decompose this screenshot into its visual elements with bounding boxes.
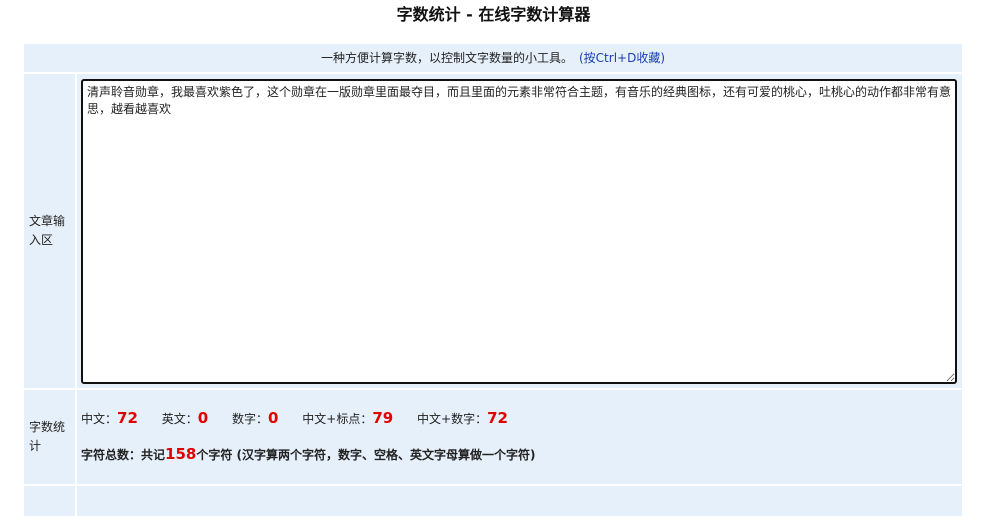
digit-count-value: 0 <box>268 409 279 427</box>
english-count-label: 英文： <box>161 412 198 426</box>
total-prefix: 字符总数：共记 <box>81 448 166 462</box>
english-count-value: 0 <box>197 409 209 427</box>
bookmark-shortcut-hint: (按Ctrl+D收藏) <box>579 51 666 65</box>
stats-row: 字数统计 中文：72 英文：0 数字：0 中文+标点：79 中文+数字：72 字… <box>24 390 962 484</box>
total-characters-value: 158 <box>165 445 197 463</box>
total-characters: 字符总数：共记158个字符 (汉字算两个字符，数字、空格、英文字母算做一个字符) <box>81 444 535 465</box>
chinese-digit-count-label: 中文+数字： <box>417 412 488 426</box>
total-suffix: 个字符 (汉字算两个字符，数字、空格、英文字母算做一个字符) <box>196 448 536 462</box>
digit-count: 数字：0 <box>232 409 279 427</box>
chinese-count-label: 中文： <box>81 412 118 426</box>
chinese-count-value: 72 <box>117 409 138 427</box>
chinese-punct-count: 中文+标点：79 <box>302 409 394 427</box>
chinese-count: 中文：72 <box>81 409 138 427</box>
digit-count-label: 数字： <box>232 412 269 426</box>
intro-row: 一种方便计算字数，以控制文字数量的小工具。 (按Ctrl+D收藏) <box>24 44 962 72</box>
column-divider <box>75 74 77 388</box>
english-count: 英文：0 <box>161 409 209 427</box>
column-divider <box>75 390 77 484</box>
chinese-digit-count-value: 72 <box>487 409 508 427</box>
footer-row <box>24 486 962 516</box>
stats-counts: 中文：72 英文：0 数字：0 中文+标点：79 中文+数字：72 <box>81 408 528 429</box>
intro-text: 一种方便计算字数，以控制文字数量的小工具。 <box>320 51 573 65</box>
input-section-label: 文章输入区 <box>29 214 66 247</box>
stats-section-label: 字数统计 <box>29 420 66 453</box>
chinese-digit-count: 中文+数字：72 <box>417 409 508 427</box>
chinese-punct-count-value: 79 <box>372 409 394 427</box>
counter-panel: 一种方便计算字数，以控制文字数量的小工具。 (按Ctrl+D收藏) 文章输入区 清… <box>24 44 962 516</box>
input-row: 文章输入区 清声聆音勋章，我最喜欢紫色了，这个勋章在一版勋章里面最夺目，而且里面… <box>24 74 962 388</box>
article-textarea[interactable]: 清声聆音勋章，我最喜欢紫色了，这个勋章在一版勋章里面最夺目，而且里面的元素非常符… <box>81 79 957 384</box>
chinese-punct-count-label: 中文+标点： <box>302 412 373 426</box>
page-title: 字数统计 - 在线字数计算器 <box>396 5 591 24</box>
column-divider <box>75 486 77 516</box>
